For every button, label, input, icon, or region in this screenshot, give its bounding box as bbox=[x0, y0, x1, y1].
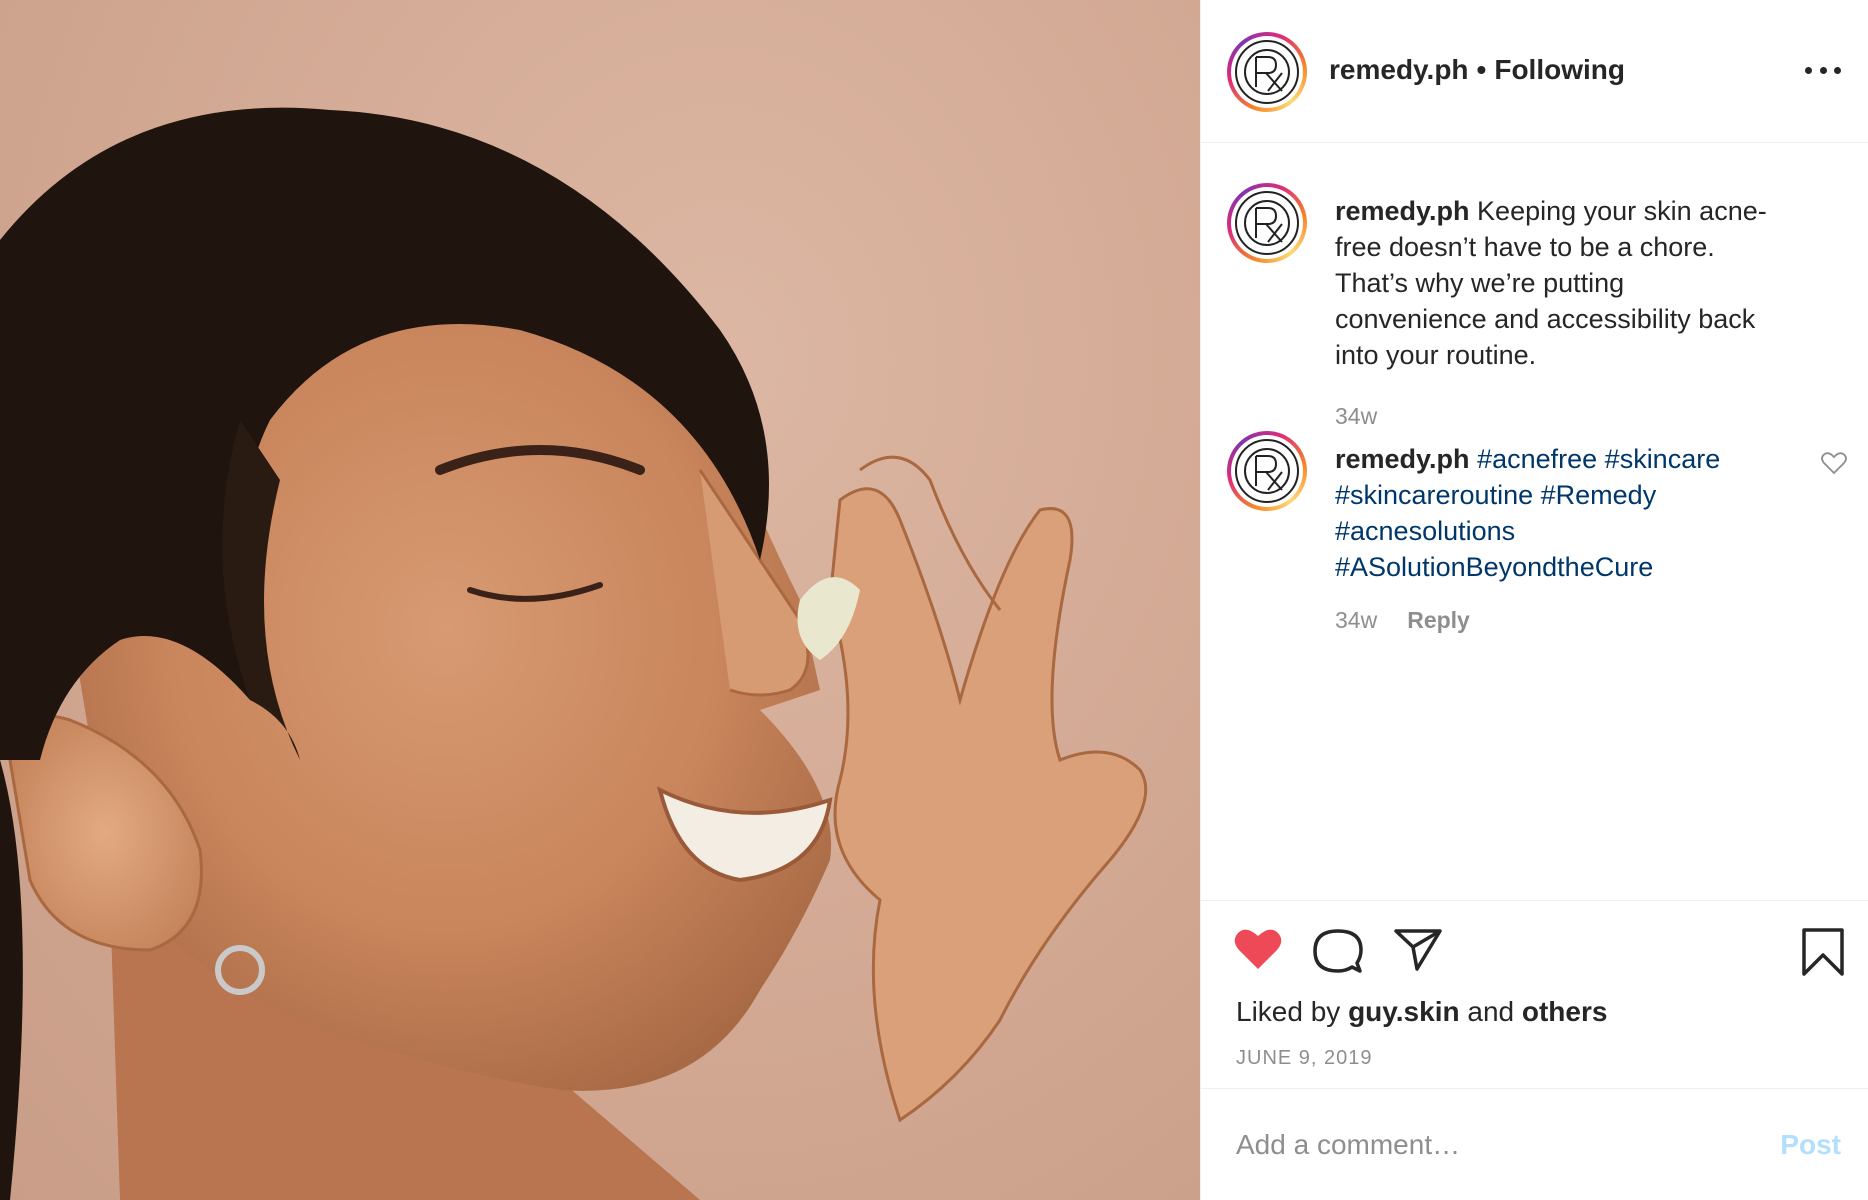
add-comment-bar: Post bbox=[1201, 1088, 1868, 1200]
likes-middle: and bbox=[1459, 996, 1522, 1027]
post-image-illustration bbox=[0, 107, 1148, 1200]
comment-meta: 34w bbox=[1335, 403, 1377, 430]
comment-username[interactable]: remedy.ph bbox=[1335, 196, 1470, 226]
small-heart-icon[interactable] bbox=[1821, 451, 1847, 475]
header-username[interactable]: remedy.ph bbox=[1329, 54, 1469, 85]
hashtag-link[interactable]: #skincareroutine bbox=[1335, 480, 1533, 510]
avatar[interactable] bbox=[1227, 183, 1307, 263]
bookmark-icon[interactable] bbox=[1801, 927, 1845, 977]
hashtag-link[interactable]: #Remedy bbox=[1541, 480, 1657, 510]
reply-button[interactable]: Reply bbox=[1407, 607, 1470, 633]
liked-by-others[interactable]: others bbox=[1522, 996, 1608, 1027]
hashtag-link[interactable]: #acnesolutions bbox=[1335, 516, 1515, 546]
comments-list: remedy.ph Keeping your skin acne-free do… bbox=[1201, 143, 1868, 900]
post-actions: Liked by guy.skin and others JUNE 9, 201… bbox=[1201, 900, 1868, 1088]
comment-age[interactable]: 34w bbox=[1335, 607, 1377, 633]
post-photo[interactable] bbox=[0, 0, 1200, 1200]
hashtag-link[interactable]: #skincare bbox=[1605, 444, 1721, 474]
likes-summary: Liked by guy.skin and others bbox=[1236, 996, 1607, 1028]
avatar[interactable] bbox=[1227, 431, 1307, 511]
more-icon[interactable] bbox=[1805, 58, 1841, 82]
share-icon[interactable] bbox=[1393, 927, 1443, 973]
avatar[interactable] bbox=[1227, 32, 1307, 112]
comment-meta: 34w Reply bbox=[1335, 607, 1470, 634]
post-date[interactable]: JUNE 9, 2019 bbox=[1236, 1047, 1373, 1070]
heart-icon[interactable] bbox=[1233, 927, 1283, 971]
post-sidebar: remedy.ph • Following remedy.ph Keeping yo… bbox=[1200, 0, 1868, 1200]
hashtag-link[interactable]: #acnefree bbox=[1477, 444, 1597, 474]
comment-age[interactable]: 34w bbox=[1335, 403, 1377, 429]
follow-status-button[interactable]: Following bbox=[1494, 54, 1625, 85]
comment-input[interactable] bbox=[1236, 1125, 1716, 1165]
brand-logo-icon bbox=[1244, 200, 1290, 246]
likes-prefix: Liked by bbox=[1236, 996, 1349, 1027]
hashtag-text: remedy.ph #acnefree #skincare #skincarer… bbox=[1335, 441, 1775, 585]
comment-icon[interactable] bbox=[1313, 927, 1363, 975]
post-button[interactable]: Post bbox=[1780, 1129, 1841, 1161]
header-separator: • bbox=[1476, 54, 1487, 85]
brand-logo-icon bbox=[1244, 49, 1290, 95]
header-account: remedy.ph • Following bbox=[1329, 54, 1625, 86]
post-header: remedy.ph • Following bbox=[1201, 0, 1868, 143]
comment-username[interactable]: remedy.ph bbox=[1335, 444, 1470, 474]
brand-logo-icon bbox=[1244, 448, 1290, 494]
hashtag-link[interactable]: #ASolutionBeyondtheCure bbox=[1335, 552, 1653, 582]
caption-text: remedy.ph Keeping your skin acne-free do… bbox=[1335, 193, 1775, 373]
liked-by-user[interactable]: guy.skin bbox=[1348, 996, 1460, 1027]
